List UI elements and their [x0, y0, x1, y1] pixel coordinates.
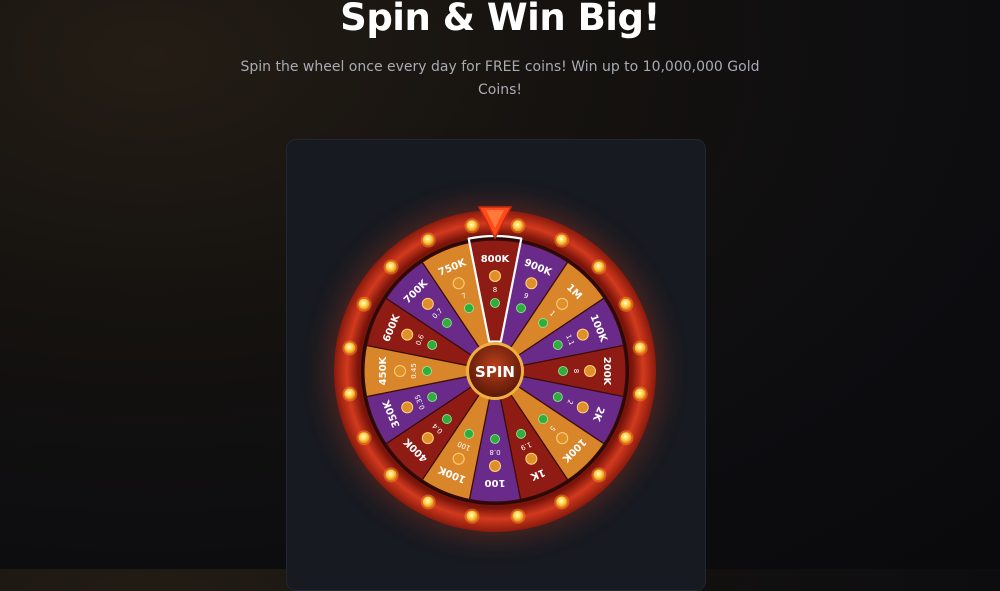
gold-coin-icon — [584, 365, 596, 377]
sweep-coin-icon — [427, 340, 438, 350]
rim-bulb — [422, 496, 434, 508]
gold-coin-icon — [401, 401, 414, 414]
sweep-coin-icon — [422, 366, 432, 376]
sweep-coin-icon — [442, 414, 452, 424]
segment-gold-value: 100 — [485, 477, 506, 488]
gold-coin-icon — [452, 452, 465, 465]
segment-sweep-value: 0.45 — [410, 363, 418, 379]
rim-bulb — [620, 298, 632, 310]
prize-wheel: 800K8900K9 1M1 100K1.1200K82K2100K51K1.910… — [330, 206, 660, 536]
rim-bulb — [466, 220, 478, 232]
gold-coin-icon — [576, 328, 589, 341]
sweep-coin-icon — [490, 298, 500, 308]
sweep-coin-icon — [538, 318, 548, 328]
rim-bulb — [556, 234, 568, 246]
gold-coin-icon — [556, 297, 569, 310]
spin-button[interactable]: SPIN — [466, 342, 524, 400]
segment-sweep-value: 8 — [493, 286, 497, 294]
rim-bulb — [634, 388, 646, 400]
rim-bulb — [344, 342, 356, 354]
rim-bulb — [593, 469, 605, 481]
sweep-coin-icon — [464, 303, 474, 314]
rim-bulb — [620, 432, 632, 444]
rim-bulb — [422, 234, 434, 246]
sweep-coin-icon — [490, 434, 500, 444]
gold-coin-icon — [421, 432, 434, 445]
sweep-coin-icon — [427, 392, 438, 402]
gold-coin-icon — [489, 460, 501, 472]
rim-bulb — [385, 261, 397, 273]
sweep-coin-icon — [552, 392, 563, 402]
gold-coin-icon — [394, 365, 406, 377]
rim-bulb — [634, 342, 646, 354]
sweep-coin-icon — [516, 428, 526, 439]
rim-bulb — [593, 261, 605, 273]
sweep-coin-icon — [442, 318, 452, 328]
sweep-coin-icon — [538, 414, 548, 424]
rim-bulb — [466, 510, 478, 522]
segment-gold-value: 200K — [601, 357, 612, 387]
segment-sweep-value: 8 — [572, 369, 580, 373]
gold-coin-icon — [556, 432, 569, 445]
gold-coin-icon — [421, 297, 434, 310]
sweep-coin-icon — [464, 428, 474, 439]
gold-coin-icon — [401, 328, 414, 341]
rim-bulb — [512, 510, 524, 522]
gold-coin-icon — [525, 452, 538, 465]
rim-bulb — [344, 388, 356, 400]
spin-button-label[interactable]: SPIN — [475, 363, 515, 381]
segment-sweep-value: 0.8 — [489, 448, 500, 456]
sweep-coin-icon — [558, 366, 568, 376]
rim-bulb — [512, 220, 524, 232]
segment-gold-value: 450K — [378, 355, 389, 385]
gold-coin-icon — [525, 277, 538, 290]
sweep-coin-icon — [552, 340, 563, 350]
gold-coin-icon — [452, 277, 465, 290]
rim-bulb — [385, 469, 397, 481]
sweep-coin-icon — [516, 303, 526, 314]
rim-bulb — [556, 496, 568, 508]
gold-coin-icon — [489, 270, 501, 282]
rim-bulb — [358, 432, 370, 444]
rim-bulb — [358, 298, 370, 310]
segment-gold-value: 800K — [481, 254, 511, 265]
gold-coin-icon — [576, 401, 589, 414]
